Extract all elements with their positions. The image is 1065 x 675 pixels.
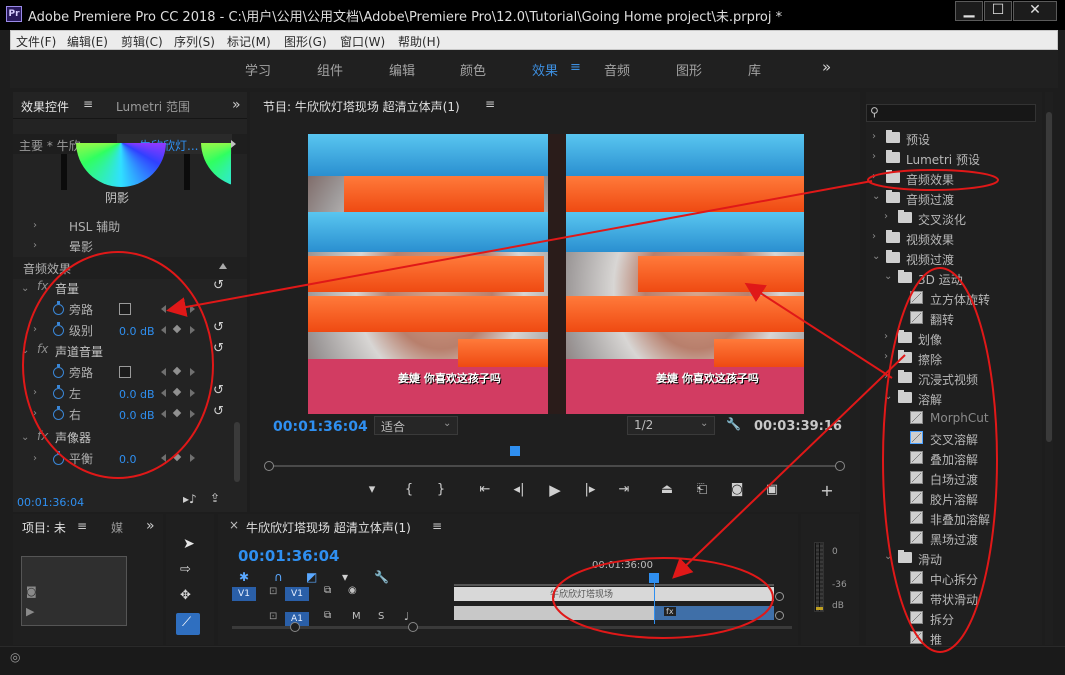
annotation-overlay: [22, 169, 999, 653]
annotation-arrow: [672, 354, 906, 579]
annotation-ellipse-audio-effects: [867, 169, 999, 191]
premiere-window: Pr Adobe Premiere Pro CC 2018 - C:\用户\公用…: [0, 0, 1065, 675]
annotation-ellipse-video-transitions: [882, 267, 998, 653]
annotation-ellipse-timeline-clip: [552, 557, 774, 639]
annotation-arrow: [166, 180, 873, 317]
annotation-arrow: [744, 282, 893, 379]
annotation-ellipse-effect-controls: [22, 251, 214, 479]
